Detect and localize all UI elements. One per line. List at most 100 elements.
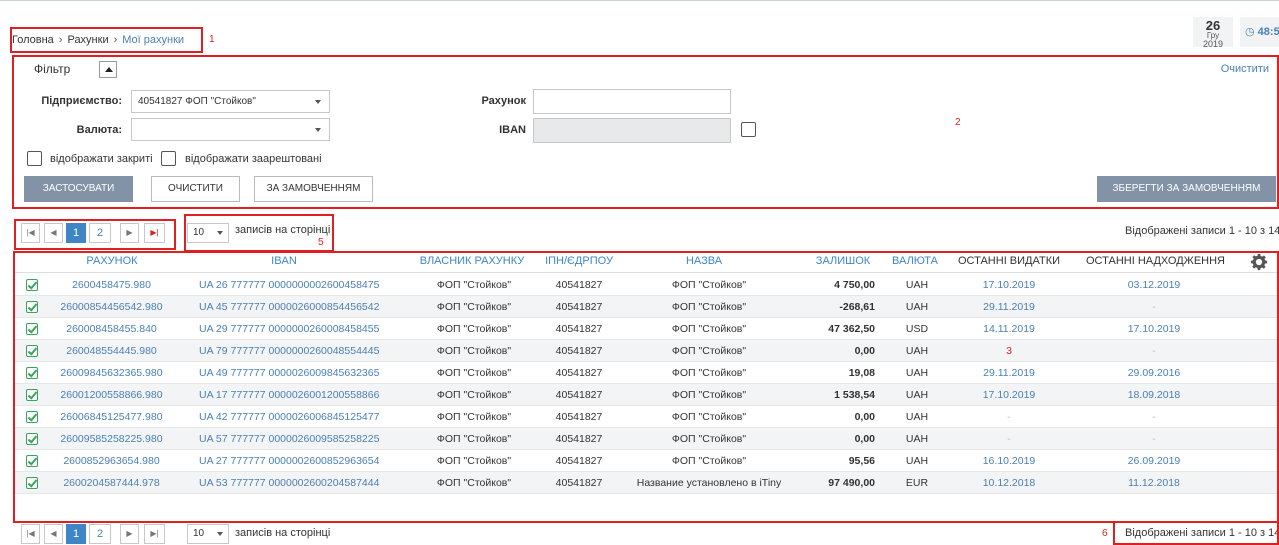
per-page-select[interactable]: 10 [187, 223, 229, 243]
cell-iban[interactable]: UA 42 777777 0000026006845125477 [199, 411, 379, 423]
per-page-select[interactable]: 10 [187, 524, 229, 544]
cell-iban[interactable]: UA 45 777777 0000026000854456542 [199, 301, 379, 313]
cell-account[interactable]: 26009585258225.980 [54, 433, 169, 445]
cell-account[interactable]: 2600458475.980 [54, 279, 169, 291]
cell-account[interactable]: 260008458455.840 [54, 323, 169, 335]
cell-iban[interactable]: UA 57 777777 0000026009585258225 [199, 433, 379, 445]
cell-last-out[interactable]: 10.12.2018 [964, 477, 1054, 489]
cell-account[interactable]: 26009845632365.980 [54, 367, 169, 379]
breadcrumb-accounts[interactable]: Рахунки [67, 34, 108, 46]
currency-select[interactable] [131, 118, 330, 141]
annotation-number-6: 6 [1102, 528, 1108, 539]
col-balance[interactable]: ЗАЛИШОК [808, 255, 878, 267]
collapse-filter-button[interactable] [99, 61, 117, 78]
breadcrumb-current: Мої рахунки [122, 34, 185, 46]
cell-last-out[interactable]: 17.10.2019 [964, 279, 1054, 291]
active-check-icon [26, 323, 38, 335]
col-owner[interactable]: ВЛАСНИК РАХУНКУ [417, 255, 527, 267]
cell-last-in[interactable]: 17.10.2019 [1104, 323, 1204, 335]
cell-balance: -268,61 [839, 301, 875, 313]
cell-last-out[interactable]: 16.10.2019 [964, 455, 1054, 467]
col-iban[interactable]: IBAN [219, 255, 349, 267]
cell-iban[interactable]: UA 53 777777 0000002600204587444 [199, 477, 379, 489]
col-account[interactable]: РАХУНОК [77, 255, 147, 267]
cell-iban[interactable]: UA 49 777777 0000026009845632365 [199, 367, 379, 379]
show-closed-checkbox[interactable] [27, 151, 42, 166]
table-row[interactable]: 26001200558866.980 UA 17 777777 000002600… [14, 384, 1279, 406]
cell-name: ФОП "Стойков" [671, 301, 747, 313]
last-page-button[interactable]: ▶| [144, 524, 165, 544]
next-page-button[interactable]: ▶ [120, 223, 139, 243]
cell-ipn: 40541827 [555, 455, 603, 467]
cell-last-in[interactable]: 11.12.2018 [1104, 477, 1204, 489]
records-info: Відображені записи 1 - 10 з 14 [1125, 527, 1279, 539]
show-arrested-checkbox[interactable] [161, 151, 176, 166]
breadcrumb-home[interactable]: Головна [12, 34, 54, 46]
col-name[interactable]: НАЗВА [669, 255, 739, 267]
col-ipn[interactable]: ІПН/ЄДРПОУ [539, 255, 619, 267]
gear-icon[interactable] [1250, 253, 1268, 271]
first-page-button[interactable]: |◀ [21, 223, 40, 243]
page-2-button[interactable]: 2 [89, 223, 111, 243]
table-row[interactable]: 2600458475.980 UA 26 777777 0000000002600… [14, 274, 1279, 296]
last-page-button[interactable]: ▶| [144, 223, 165, 243]
prev-page-button[interactable]: ◀ [44, 524, 63, 544]
cell-iban[interactable]: UA 29 777777 0000000260008458455 [199, 323, 379, 335]
iban-checkbox[interactable] [741, 122, 756, 137]
col-currency[interactable]: ВАЛЮТА [885, 255, 945, 267]
active-check-icon [26, 477, 38, 489]
cell-last-in[interactable]: 26.09.2019 [1104, 455, 1204, 467]
active-check-icon [26, 279, 38, 291]
cell-account[interactable]: 260048554445.980 [54, 345, 169, 357]
table-row[interactable]: 2600852963654.980 UA 27 777777 0000002600… [14, 450, 1279, 472]
save-default-button[interactable]: ЗБЕРЕГТИ ЗА ЗАМОВЧЕННЯМ [1097, 176, 1276, 202]
cell-owner: ФОП "Стойков" [436, 367, 512, 379]
table-row[interactable]: 260008458455.840 UA 29 777777 00000002600… [14, 318, 1279, 340]
cell-last-out[interactable]: 17.10.2019 [964, 389, 1054, 401]
cell-owner: ФОП "Стойков" [436, 455, 512, 467]
prev-page-button[interactable]: ◀ [44, 223, 63, 243]
cell-iban[interactable]: UA 26 777777 0000000002600458475 [199, 279, 379, 291]
cell-name: Название установлено в iTiny [636, 477, 782, 489]
cell-iban[interactable]: UA 17 777777 0000026001200558866 [199, 389, 379, 401]
table-row[interactable]: 26000854456542.980 UA 45 777777 000002600… [14, 296, 1279, 318]
clear-filter-link[interactable]: Очистити [1221, 63, 1269, 75]
enterprise-select[interactable]: 40541827 ФОП "Стойков" [131, 90, 330, 113]
cell-account[interactable]: 2600204587444.978 [54, 477, 169, 489]
cell-owner: ФОП "Стойков" [436, 345, 512, 357]
cell-last-in[interactable]: 18.09.2018 [1104, 389, 1204, 401]
first-page-button[interactable]: |◀ [21, 524, 40, 544]
next-page-button[interactable]: ▶ [120, 524, 139, 544]
col-last-in[interactable]: ОСТАННІ НАДХОДЖЕННЯ [1086, 255, 1225, 267]
table-row[interactable]: 26009845632365.980 UA 49 777777 000002600… [14, 362, 1279, 384]
table-row[interactable]: 26009585258225.980 UA 57 777777 000002600… [14, 428, 1279, 450]
cell-iban[interactable]: UA 79 777777 0000000260048554445 [199, 345, 379, 357]
col-last-out[interactable]: ОСТАННІ ВИДАТКИ [954, 255, 1064, 267]
page-1-button[interactable]: 1 [66, 524, 86, 544]
table-row[interactable]: 26006845125477.980 UA 42 777777 000002600… [14, 406, 1279, 428]
cell-account[interactable]: 26000854456542.980 [54, 301, 169, 313]
cell-last-in[interactable]: 29.09.2016 [1104, 367, 1204, 379]
cell-account[interactable]: 2600852963654.980 [54, 455, 169, 467]
cell-name: ФОП "Стойков" [671, 433, 747, 445]
apply-button[interactable]: ЗАСТОСУВАТИ [24, 176, 133, 202]
cell-currency: UAH [905, 301, 929, 313]
active-check-icon [26, 389, 38, 401]
account-input[interactable] [533, 89, 731, 114]
cell-last-out[interactable]: 14.11.2019 [964, 323, 1054, 335]
cell-account[interactable]: 26001200558866.980 [54, 389, 169, 401]
bottom-pagination: |◀ ◀ 1 2 ▶ ▶| 10 записів на сторінці Від… [14, 523, 1279, 545]
cell-iban[interactable]: UA 27 777777 0000002600852963654 [199, 455, 379, 467]
cell-account[interactable]: 26006845125477.980 [54, 411, 169, 423]
cell-last-out[interactable]: 29.11.2019 [964, 367, 1054, 379]
clear-button[interactable]: ОЧИСТИТИ [151, 176, 240, 202]
cell-owner: ФОП "Стойков" [436, 477, 512, 489]
cell-last-out: - [1007, 433, 1011, 445]
cell-last-out[interactable]: 29.11.2019 [964, 301, 1054, 313]
table-row[interactable]: 260048554445.980 UA 79 777777 00000002600… [14, 340, 1279, 362]
page-1-button[interactable]: 1 [66, 223, 86, 243]
cell-last-in[interactable]: 03.12.2019 [1104, 279, 1204, 291]
default-button[interactable]: ЗА ЗАМОВЧЕННЯМ [254, 176, 373, 202]
page-2-button[interactable]: 2 [89, 524, 111, 544]
table-row[interactable]: 2600204587444.978 UA 53 777777 0000002600… [14, 472, 1279, 494]
